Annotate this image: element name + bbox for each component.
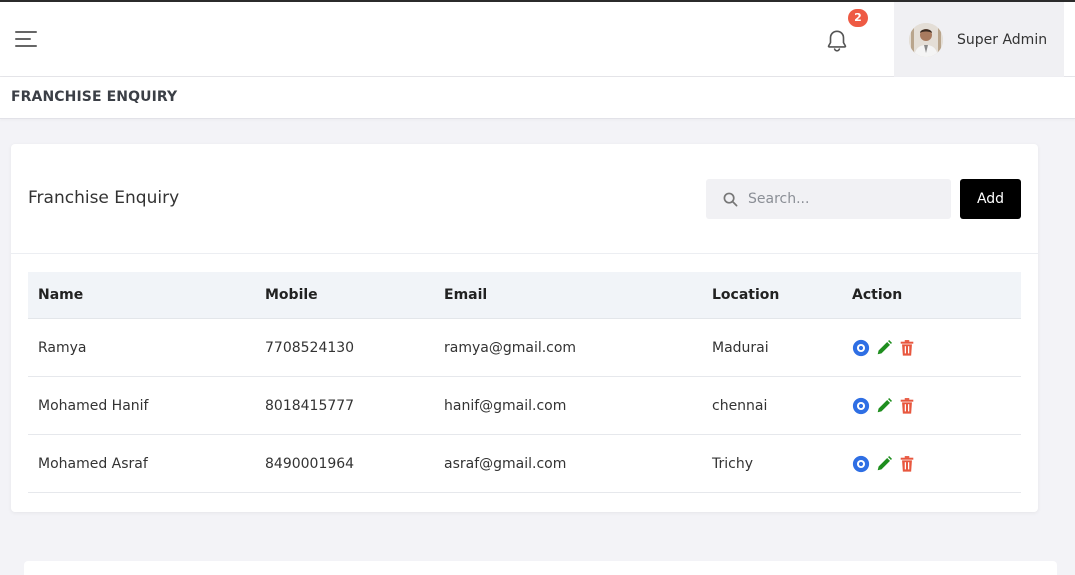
cell-email: ramya@gmail.com	[444, 339, 577, 356]
pencil-icon[interactable]	[875, 339, 893, 357]
card-header: Franchise Enquiry Add	[11, 144, 1038, 254]
enquiry-table: Name Mobile Email Location Action Ramya …	[28, 272, 1021, 493]
cell-name: Mohamed Hanif	[38, 397, 149, 414]
next-section-card	[24, 561, 1057, 575]
trash-icon[interactable]	[898, 339, 916, 357]
eye-icon[interactable]	[852, 397, 870, 415]
column-header-name: Name	[38, 287, 84, 303]
cell-mobile: 8490001964	[265, 455, 355, 472]
pencil-icon[interactable]	[875, 397, 893, 415]
column-header-action: Action	[852, 287, 903, 303]
notification-count-badge: 2	[848, 9, 868, 27]
pencil-icon[interactable]	[875, 455, 893, 473]
cell-email: asraf@gmail.com	[444, 455, 567, 472]
cell-location: Madurai	[712, 339, 769, 356]
search-box	[706, 179, 951, 219]
table-row: Ramya 7708524130 ramya@gmail.com Madurai	[28, 319, 1021, 377]
cell-name: Mohamed Asraf	[38, 455, 148, 472]
table-row: Mohamed Hanif 8018415777 hanif@gmail.com…	[28, 377, 1021, 435]
table-row: Mohamed Asraf 8490001964 asraf@gmail.com…	[28, 435, 1021, 493]
page-title: FRANCHISE ENQUIRY	[11, 89, 178, 105]
column-header-email: Email	[444, 287, 488, 303]
cell-name: Ramya	[38, 339, 87, 356]
cell-email: hanif@gmail.com	[444, 397, 567, 414]
franchise-enquiry-card: Franchise Enquiry Add Name Mobile Email …	[11, 144, 1038, 512]
cell-mobile: 7708524130	[265, 339, 355, 356]
eye-icon[interactable]	[852, 455, 870, 473]
trash-icon[interactable]	[898, 455, 916, 473]
column-header-mobile: Mobile	[265, 287, 318, 303]
cell-location: chennai	[712, 397, 768, 414]
search-icon	[723, 192, 738, 206]
cell-mobile: 8018415777	[265, 397, 355, 414]
trash-icon[interactable]	[898, 397, 916, 415]
cell-actions	[852, 377, 921, 434]
cell-actions	[852, 435, 921, 492]
search-input[interactable]	[748, 191, 938, 207]
user-profile-menu[interactable]: Super Admin	[894, 2, 1064, 77]
user-name: Super Admin	[957, 31, 1048, 48]
hamburger-menu-icon[interactable]	[15, 30, 39, 48]
page-header-bar: FRANCHISE ENQUIRY	[0, 77, 1075, 119]
bell-icon[interactable]	[824, 28, 850, 54]
card-title: Franchise Enquiry	[28, 188, 180, 208]
column-header-location: Location	[712, 287, 780, 303]
top-navbar: 2 Super Admin	[0, 0, 1075, 77]
add-button[interactable]: Add	[960, 179, 1021, 219]
user-avatar	[909, 22, 943, 57]
table-header-row: Name Mobile Email Location Action	[28, 272, 1021, 319]
eye-icon[interactable]	[852, 339, 870, 357]
cell-location: Trichy	[712, 455, 753, 472]
cell-actions	[852, 319, 921, 376]
